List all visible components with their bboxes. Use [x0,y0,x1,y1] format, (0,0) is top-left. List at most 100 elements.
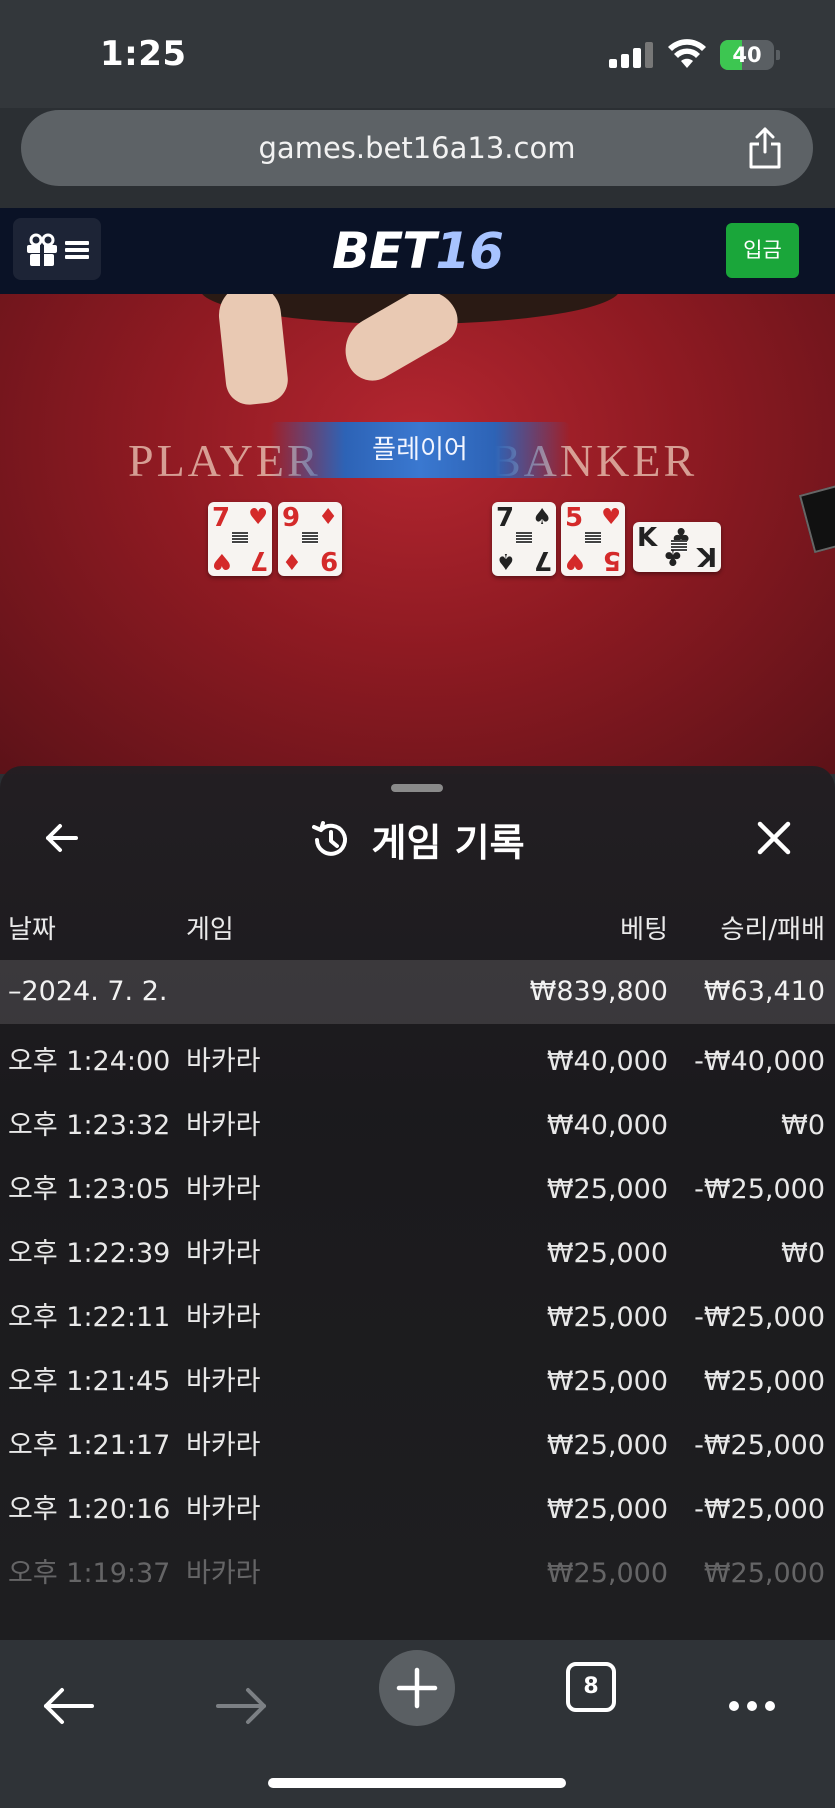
card-rank: K [637,523,658,553]
address-bar[interactable]: games.bet16a13.com [21,110,813,186]
row-time: 오후 1:22:39 [8,1238,171,1269]
row-time: 오후 1:24:00 [8,1046,171,1077]
card-rank-bottom: K [696,541,717,571]
row-time: 오후 1:22:11 [8,1302,171,1333]
card-suit: ♠ [532,505,552,530]
baccarat-table-video: PLAYER BANKER 플레이어 7 ♥ 7 ♥ 9 ♦ 9 ♦ 7 ♠ 7… [0,294,835,774]
status-bar: 1:25 40 [0,0,835,108]
sheet-title: 게임 기록 [371,821,525,865]
row-result: ₩25,000 [703,1558,825,1589]
column-header-game: 게임 [186,915,234,945]
wifi-icon [668,39,706,68]
row-bet: ₩25,000 [546,1174,668,1205]
history-row[interactable]: 오후 1:23:32 바카라 ₩40,000 ₩0 [0,1094,835,1158]
logo-part-bet: BET [332,222,436,280]
history-row[interactable]: 오후 1:20:16 바카라 ₩25,000 -₩25,000 [0,1478,835,1542]
card-barcode [302,532,318,544]
winner-banner: 플레이어 [270,422,570,478]
row-bet: ₩40,000 [546,1046,668,1077]
row-result: -₩40,000 [694,1046,825,1077]
card-suit-bottom: ♣ [663,544,683,569]
row-time: 오후 1:21:45 [8,1366,171,1397]
battery-nub [776,50,780,60]
row-time: 오후 1:19:37 [8,1558,171,1589]
card-barcode [516,532,532,544]
share-icon[interactable] [745,126,785,170]
row-time: 오후 1:20:16 [8,1494,171,1525]
history-row[interactable]: 오후 1:22:11 바카라 ₩25,000 -₩25,000 [0,1286,835,1350]
card-rank-bottom: 7 [249,545,268,575]
card-rank: 7 [212,503,231,533]
row-game: 바카라 [186,1558,261,1589]
row-time: 오후 1:23:32 [8,1110,171,1141]
row-result: -₩25,000 [694,1302,825,1333]
card-rank: 7 [496,503,515,533]
home-indicator[interactable] [268,1778,566,1788]
card-suit: ♦ [318,505,338,530]
dealer-left-hand [215,294,291,407]
plus-icon [396,1667,438,1709]
row-result: -₩25,000 [694,1174,825,1205]
deposit-button[interactable]: 입금 [726,223,799,278]
row-result: ₩0 [781,1110,825,1141]
card-suit: ♥ [601,505,621,530]
sheet-header: 게임 기록 [0,812,835,866]
row-game: 바카라 [186,1430,261,1461]
row-game: 바카라 [186,1494,261,1525]
card-suit-bottom: ♠ [496,548,516,573]
row-bet: ₩25,000 [546,1494,668,1525]
row-result: -₩25,000 [694,1430,825,1461]
card-suit-bottom: ♥ [565,548,585,573]
tab-switcher-button[interactable]: 8 [566,1662,616,1712]
history-row[interactable]: 오후 1:24:00 바카라 ₩40,000 -₩40,000 [0,1030,835,1094]
card-rank-bottom: 9 [319,545,338,575]
player-card-2: 9 ♦ 9 ♦ [278,502,342,576]
row-bet: ₩40,000 [546,1110,668,1141]
row-game: 바카라 [186,1366,261,1397]
history-row[interactable]: 오후 1:19:37 바카라 ₩25,000 ₩25,000 [0,1542,835,1606]
logo-part-16: 16 [435,222,504,280]
history-row[interactable]: 오후 1:21:45 바카라 ₩25,000 ₩25,000 [0,1350,835,1414]
row-result: ₩0 [781,1238,825,1269]
column-header-result: 승리/패배 [720,915,825,945]
history-row[interactable]: 오후 1:23:05 바카라 ₩25,000 -₩25,000 [0,1158,835,1222]
browser-back-icon[interactable] [32,1670,104,1742]
row-game: 바카라 [186,1110,261,1141]
history-row[interactable]: 오후 1:21:17 바카라 ₩25,000 -₩25,000 [0,1414,835,1478]
site-header: BET16 입금 [0,208,835,294]
summary-date: –2024. 7. 2. [8,976,168,1007]
sheet-drag-handle[interactable] [391,784,443,792]
row-bet: ₩25,000 [546,1302,668,1333]
card-shoe [798,484,835,554]
card-barcode [585,532,601,544]
row-game: 바카라 [186,1046,261,1077]
column-header-bet: 베팅 [620,915,668,945]
history-icon [312,820,348,856]
banker-card-3: K ♣ K ♣ [633,522,721,572]
card-barcode [232,532,248,544]
card-rank-bottom: 7 [533,545,552,575]
row-result: -₩25,000 [694,1494,825,1525]
more-options-icon[interactable] [716,1670,788,1742]
summary-result-total: ₩63,410 [703,976,825,1007]
column-header-date: 날짜 [8,915,56,945]
row-result: ₩25,000 [703,1366,825,1397]
url-text[interactable]: games.bet16a13.com [21,110,813,186]
player-card-1: 7 ♥ 7 ♥ [208,502,272,576]
card-suit: ♥ [248,505,268,530]
row-bet: ₩25,000 [546,1430,668,1461]
history-row[interactable]: 오후 1:22:39 바카라 ₩25,000 ₩0 [0,1222,835,1286]
date-group-summary-row[interactable]: –2024. 7. 2. ₩839,800 ₩63,410 [0,960,835,1024]
card-rank: 5 [565,503,584,533]
row-game: 바카라 [186,1174,261,1205]
row-bet: ₩25,000 [546,1238,668,1269]
site-logo[interactable]: BET16 [0,208,835,294]
row-game: 바카라 [186,1302,261,1333]
card-suit-bottom: ♦ [282,548,302,573]
browser-forward-icon[interactable] [206,1670,278,1742]
card-suit-bottom: ♥ [212,548,232,573]
row-time: 오후 1:21:17 [8,1430,171,1461]
card-rank-bottom: 5 [602,545,621,575]
close-icon[interactable] [752,816,796,860]
new-tab-button[interactable] [379,1650,455,1726]
